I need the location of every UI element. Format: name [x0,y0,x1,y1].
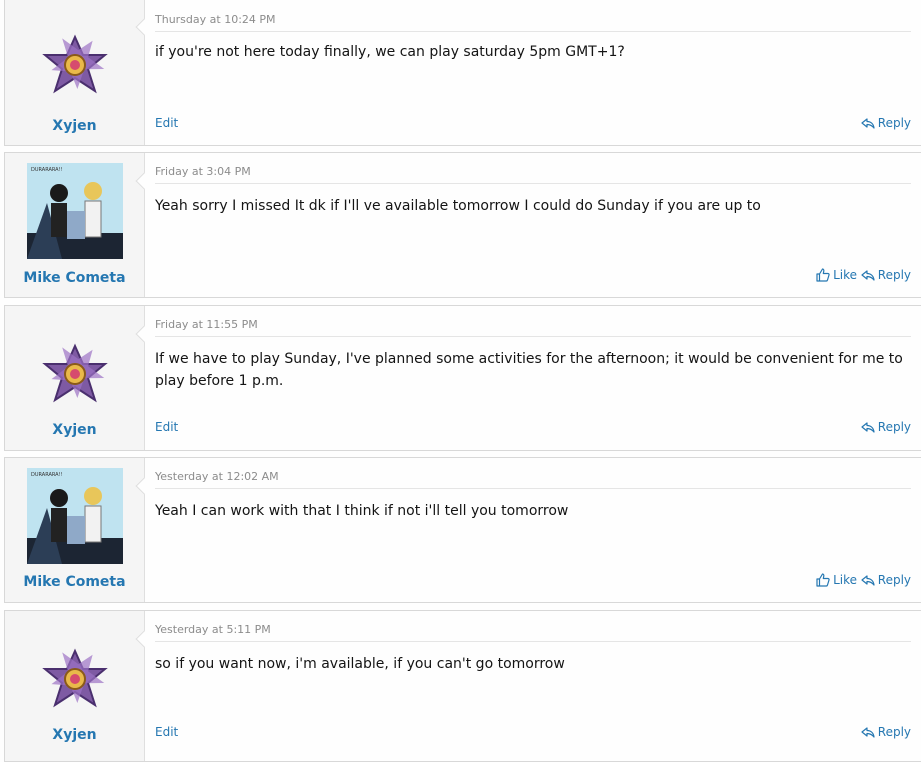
reply-label: Reply [877,573,911,587]
like-label: Like [833,573,857,587]
reply-icon [861,575,875,586]
reply-button[interactable]: Reply [861,268,911,282]
reply-button[interactable]: Reply [861,573,911,587]
edit-link[interactable]: Edit [155,420,178,434]
user-panel: Xyjen [5,0,153,145]
reply-label: Reply [877,116,911,130]
avatar-starmie[interactable] [27,629,123,725]
avatar-starmie[interactable] [27,324,123,420]
edit-link[interactable]: Edit [155,116,178,130]
user-panel: Xyjen [5,306,153,450]
like-button[interactable]: Like [816,573,857,587]
username-link[interactable]: Xyjen [5,422,144,438]
arrow-caret [135,18,153,36]
post-date[interactable]: Yesterday at 5:11 PM [155,623,271,636]
avatar-starmie[interactable] [27,15,123,111]
post-date[interactable]: Thursday at 10:24 PM [155,13,276,26]
arrow-caret [135,172,153,190]
user-panel: DURARARA!! Mike Cometa [5,153,153,297]
user-panel: Xyjen [5,611,153,761]
post-body: Yeah sorry I missed It dk if I'll ve ava… [155,198,761,214]
reply-icon [861,727,875,738]
message-post: Xyjen Friday at 11:55 PM If we have to p… [4,305,921,451]
reply-label: Reply [877,268,911,282]
svg-text:DURARARA!!: DURARARA!! [31,167,63,173]
user-panel: DURARARA!! Mike Cometa [5,458,153,602]
divider [155,183,911,184]
arrow-caret [135,477,153,495]
reply-icon [861,270,875,281]
message-post: Xyjen Thursday at 10:24 PM if you're not… [4,0,921,146]
thumbs-up-icon [816,268,830,282]
avatar-anime-duo[interactable]: DURARARA!! [27,163,123,259]
arrow-caret [135,325,153,343]
avatar-anime-duo[interactable]: DURARARA!! [27,468,123,564]
thumbs-up-icon [816,573,830,587]
post-date[interactable]: Friday at 11:55 PM [155,318,258,331]
divider [155,641,911,642]
post-body: so if you want now, i'm available, if yo… [155,656,565,672]
reply-button[interactable]: Reply [861,725,911,739]
message-post: Xyjen Yesterday at 5:11 PM so if you wan… [4,610,921,762]
post-date[interactable]: Yesterday at 12:02 AM [155,470,279,483]
post-body: If we have to play Sunday, I've planned … [155,351,903,389]
post-body: Yeah I can work with that I think if not… [155,503,569,519]
reply-button[interactable]: Reply [861,420,911,434]
reply-icon [861,118,875,129]
username-link[interactable]: Mike Cometa [5,574,144,590]
like-label: Like [833,268,857,282]
reply-button[interactable]: Reply [861,116,911,130]
post-date[interactable]: Friday at 3:04 PM [155,165,251,178]
post-body: if you're not here today finally, we can… [155,44,625,60]
username-link[interactable]: Xyjen [5,727,144,743]
divider [155,336,911,337]
like-button[interactable]: Like [816,268,857,282]
message-post: DURARARA!! Mike Cometa Yesterday at 12:0… [4,457,921,603]
username-link[interactable]: Mike Cometa [5,270,144,286]
svg-text:DURARARA!!: DURARARA!! [31,472,63,478]
edit-link[interactable]: Edit [155,725,178,739]
divider [155,31,911,32]
username-link[interactable]: Xyjen [5,118,144,134]
divider [155,488,911,489]
reply-label: Reply [877,725,911,739]
reply-label: Reply [877,420,911,434]
reply-icon [861,422,875,433]
arrow-caret [135,630,153,648]
message-post: DURARARA!! Mike Cometa Friday at 3:04 PM… [4,152,921,298]
